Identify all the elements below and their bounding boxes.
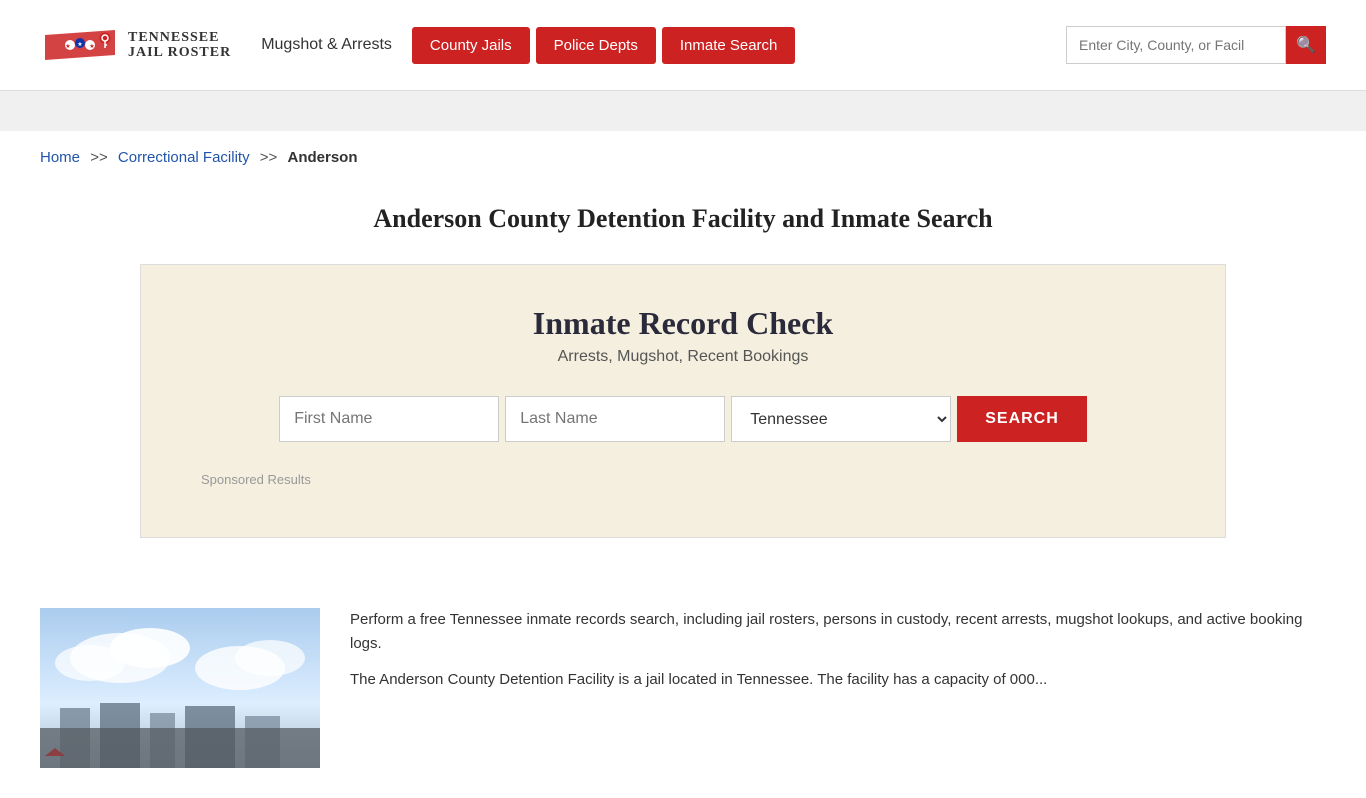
- logo-jail-roster: JAIL ROSTER: [128, 45, 231, 60]
- sponsored-results-label: Sponsored Results: [201, 472, 1165, 487]
- sub-header-band: [0, 91, 1366, 131]
- bottom-para-1: Perform a free Tennessee inmate records …: [350, 608, 1326, 656]
- page-title-section: Anderson County Detention Facility and I…: [0, 184, 1366, 264]
- inmate-search-form: Tennessee Alabama Alaska Arizona Arkansa…: [201, 396, 1165, 442]
- svg-text:★: ★: [65, 43, 70, 50]
- logo-area[interactable]: ★ ★ ★ TENNESSEE JAIL ROSTER: [40, 10, 231, 80]
- breadcrumb-sep1: >>: [90, 149, 108, 166]
- nav-buttons: County Jails Police Depts Inmate Search: [412, 27, 795, 64]
- state-logo-icon: ★ ★ ★: [40, 10, 120, 80]
- bottom-para-2: The Anderson County Detention Facility i…: [350, 668, 1326, 692]
- header-search-area: 🔍: [1066, 26, 1326, 64]
- breadcrumb-sep2: >>: [260, 149, 278, 166]
- logo-tennessee: TENNESSEE: [128, 30, 231, 45]
- inmate-record-title: Inmate Record Check: [201, 305, 1165, 342]
- main-content: Inmate Record Check Arrests, Mugshot, Re…: [0, 264, 1366, 578]
- svg-text:★: ★: [77, 41, 82, 48]
- first-name-input[interactable]: [279, 396, 499, 442]
- police-depts-button[interactable]: Police Depts: [536, 27, 656, 64]
- mugshot-arrests-link[interactable]: Mugshot & Arrests: [261, 36, 392, 54]
- breadcrumb-section: Home >> Correctional Facility >> Anderso…: [0, 131, 1366, 184]
- facility-thumbnail: [40, 608, 320, 768]
- breadcrumb-current: Anderson: [287, 149, 357, 166]
- site-header: ★ ★ ★ TENNESSEE JAIL ROSTER Mugshot & Ar…: [0, 0, 1366, 91]
- page-title: Anderson County Detention Facility and I…: [40, 204, 1326, 234]
- svg-text:★: ★: [89, 43, 94, 50]
- breadcrumb: Home >> Correctional Facility >> Anderso…: [40, 149, 358, 166]
- inmate-search-submit-button[interactable]: SEARCH: [957, 396, 1087, 442]
- state-select[interactable]: Tennessee Alabama Alaska Arizona Arkansa…: [731, 396, 951, 442]
- inmate-record-box: Inmate Record Check Arrests, Mugshot, Re…: [140, 264, 1226, 538]
- bottom-section: Perform a free Tennessee inmate records …: [0, 578, 1366, 798]
- header-search-input[interactable]: [1066, 26, 1286, 64]
- logo-text: TENNESSEE JAIL ROSTER: [128, 30, 231, 61]
- inmate-record-subtitle: Arrests, Mugshot, Recent Bookings: [201, 348, 1165, 366]
- header-search-button[interactable]: 🔍: [1286, 26, 1326, 64]
- breadcrumb-home[interactable]: Home: [40, 149, 80, 166]
- breadcrumb-correctional-facility[interactable]: Correctional Facility: [118, 149, 250, 166]
- bottom-description: Perform a free Tennessee inmate records …: [350, 608, 1326, 704]
- search-icon: 🔍: [1296, 35, 1316, 55]
- last-name-input[interactable]: [505, 396, 725, 442]
- county-jails-button[interactable]: County Jails: [412, 27, 530, 64]
- inmate-search-button[interactable]: Inmate Search: [662, 27, 796, 64]
- header-nav: Mugshot & Arrests County Jails Police De…: [261, 27, 1036, 64]
